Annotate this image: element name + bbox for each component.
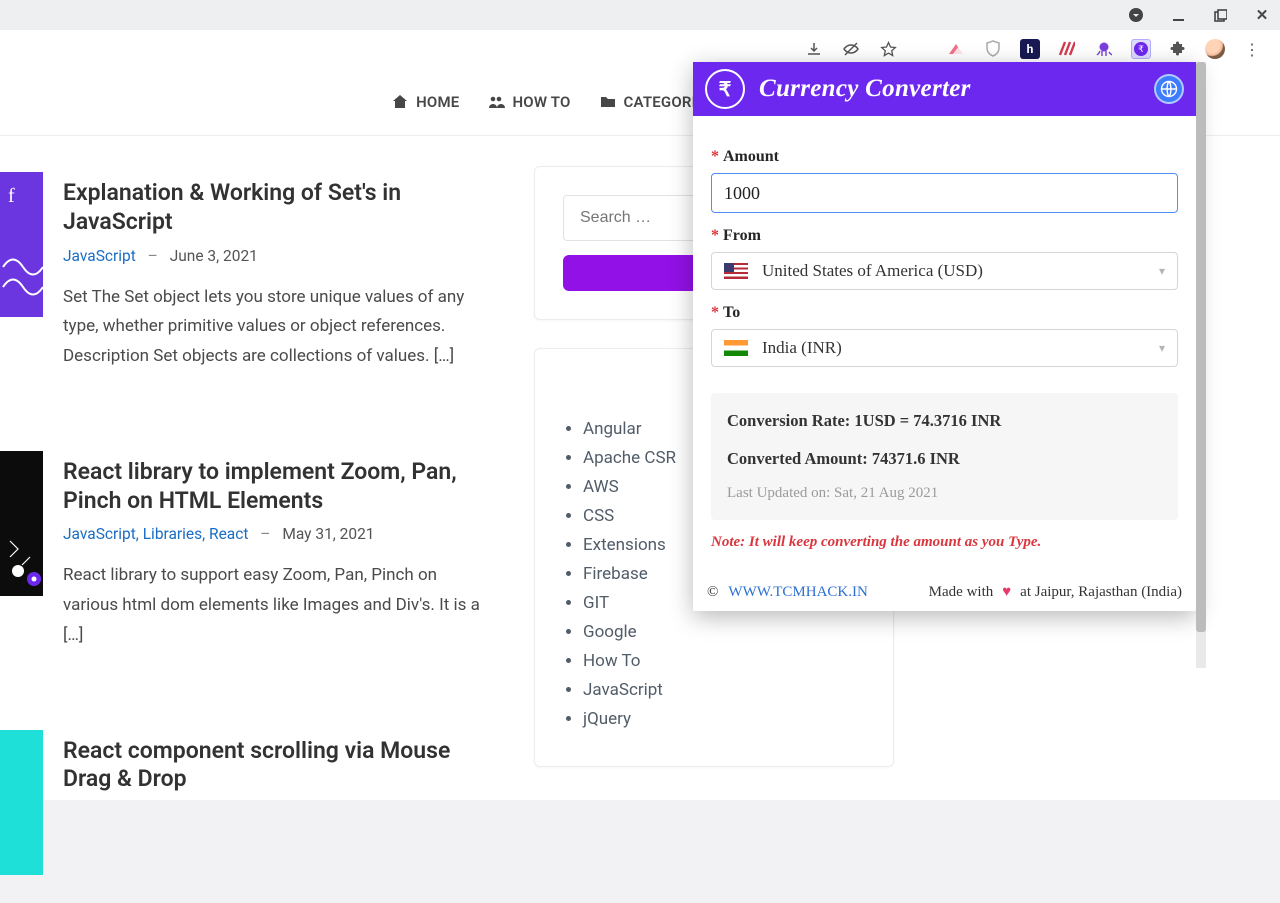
post-item: f Explanation & Working of Set's in Java… xyxy=(0,166,508,400)
post-item: React component scrolling via Mouse Drag… xyxy=(0,724,508,903)
post-tag[interactable]: JavaScript xyxy=(63,247,136,265)
post-date: May 31, 2021 xyxy=(282,525,374,543)
category-item[interactable]: Google xyxy=(583,622,865,642)
footer-site-link[interactable]: WWW.TCMHACK.IN xyxy=(728,584,867,601)
nav-label: HOW TO xyxy=(512,93,570,111)
currency-converter-popup: ₹ Currency Converter *Amount *From Unite… xyxy=(693,62,1196,611)
amount-label: *Amount xyxy=(711,148,1178,166)
from-value: United States of America (USD) xyxy=(762,261,983,281)
profile-avatar[interactable] xyxy=(1205,39,1225,59)
post-title[interactable]: Explanation & Working of Set's in JavaSc… xyxy=(63,179,494,237)
post-excerpt: React library to support easy Zoom, Pan,… xyxy=(63,561,494,650)
category-item[interactable]: jQuery xyxy=(583,709,865,729)
post-excerpt: Set The Set object lets you store unique… xyxy=(63,283,494,372)
star-icon[interactable] xyxy=(878,39,898,59)
home-icon xyxy=(391,93,409,111)
us-flag-icon xyxy=(724,263,748,279)
ext-icon-stripes[interactable] xyxy=(1057,39,1077,59)
amount-input[interactable] xyxy=(711,173,1178,213)
ext-icon-shield[interactable] xyxy=(983,39,1003,59)
nav-howto[interactable]: HOW TO xyxy=(487,93,570,111)
popup-footer: © WWW.TCMHACK.IN Made with ♥ at Jaipur, … xyxy=(693,573,1196,611)
last-updated-text: Last Updated on: Sat, 21 Aug 2021 xyxy=(727,485,1162,502)
post-tag[interactable]: JavaScript, Libraries, React xyxy=(63,525,248,543)
ext-icon-letter-h[interactable]: h xyxy=(1020,39,1040,59)
to-value: India (INR) xyxy=(762,338,842,358)
dropdown-circle-icon[interactable] xyxy=(1128,7,1144,23)
note-text: Note: It will keep converting the amount… xyxy=(711,534,1178,551)
post-date: June 3, 2021 xyxy=(170,247,258,265)
svg-text:₹: ₹ xyxy=(1138,44,1144,54)
posts-list: f Explanation & Working of Set's in Java… xyxy=(0,166,508,903)
category-item[interactable]: How To xyxy=(583,651,865,671)
result-box: Conversion Rate: 1USD = 74.3716 INR Conv… xyxy=(711,393,1178,520)
folder-icon xyxy=(599,93,617,111)
post-meta: JavaScript – June 3, 2021 xyxy=(63,247,494,265)
from-label: *From xyxy=(711,227,1178,245)
ext-puzzle-icon[interactable] xyxy=(1168,39,1188,59)
window-titlebar xyxy=(0,0,1280,30)
window-maximize-icon[interactable] xyxy=(1212,7,1228,23)
from-currency-select[interactable]: United States of America (USD) ▾ xyxy=(711,252,1178,290)
post-title[interactable]: React component scrolling via Mouse Drag… xyxy=(63,737,494,795)
chevron-down-icon: ▾ xyxy=(1159,264,1165,279)
window-close-icon[interactable] xyxy=(1254,7,1270,23)
india-flag-icon xyxy=(724,340,748,356)
window-minimize-icon[interactable] xyxy=(1170,7,1186,23)
copyright-icon: © xyxy=(707,584,718,601)
post-title[interactable]: React library to implement Zoom, Pan, Pi… xyxy=(63,458,494,516)
incognito-eye-icon[interactable] xyxy=(841,39,861,59)
svg-text:f: f xyxy=(8,185,15,207)
post-thumbnail[interactable]: f xyxy=(0,172,43,317)
ext-currency-converter-icon[interactable]: ₹ xyxy=(1131,39,1151,59)
conversion-rate-text: Conversion Rate: 1USD = 74.3716 INR xyxy=(727,411,1162,431)
made-with-text: Made with xyxy=(929,584,994,601)
chevron-down-icon: ▾ xyxy=(1159,341,1165,356)
to-currency-select[interactable]: India (INR) ▾ xyxy=(711,329,1178,367)
footer-location: at Jaipur, Rajasthan (India) xyxy=(1020,584,1182,601)
popup-title: Currency Converter xyxy=(759,75,971,103)
rupee-logo-icon: ₹ xyxy=(705,69,745,109)
post-thumbnail[interactable] xyxy=(0,451,43,596)
people-icon xyxy=(487,93,505,111)
converted-amount-text: Converted Amount: 74371.6 INR xyxy=(727,449,1162,469)
post-thumbnail[interactable] xyxy=(0,730,43,875)
kebab-menu-icon[interactable]: ⋮ xyxy=(1242,39,1262,59)
category-item[interactable]: JavaScript xyxy=(583,680,865,700)
post-meta: JavaScript, Libraries, React – May 31, 2… xyxy=(63,525,494,543)
ext-icon-1[interactable] xyxy=(946,39,966,59)
popup-header: ₹ Currency Converter xyxy=(693,62,1196,116)
globe-icon[interactable] xyxy=(1154,74,1184,104)
post-item: React library to implement Zoom, Pan, Pi… xyxy=(0,445,508,679)
download-icon[interactable] xyxy=(804,39,824,59)
to-label: *To xyxy=(711,304,1178,322)
nav-label: HOME xyxy=(416,93,459,111)
popup-scrollbar[interactable] xyxy=(1196,62,1206,668)
nav-home[interactable]: HOME xyxy=(391,93,459,111)
ext-icon-octo[interactable] xyxy=(1094,39,1114,59)
heart-icon: ♥ xyxy=(1002,584,1011,601)
